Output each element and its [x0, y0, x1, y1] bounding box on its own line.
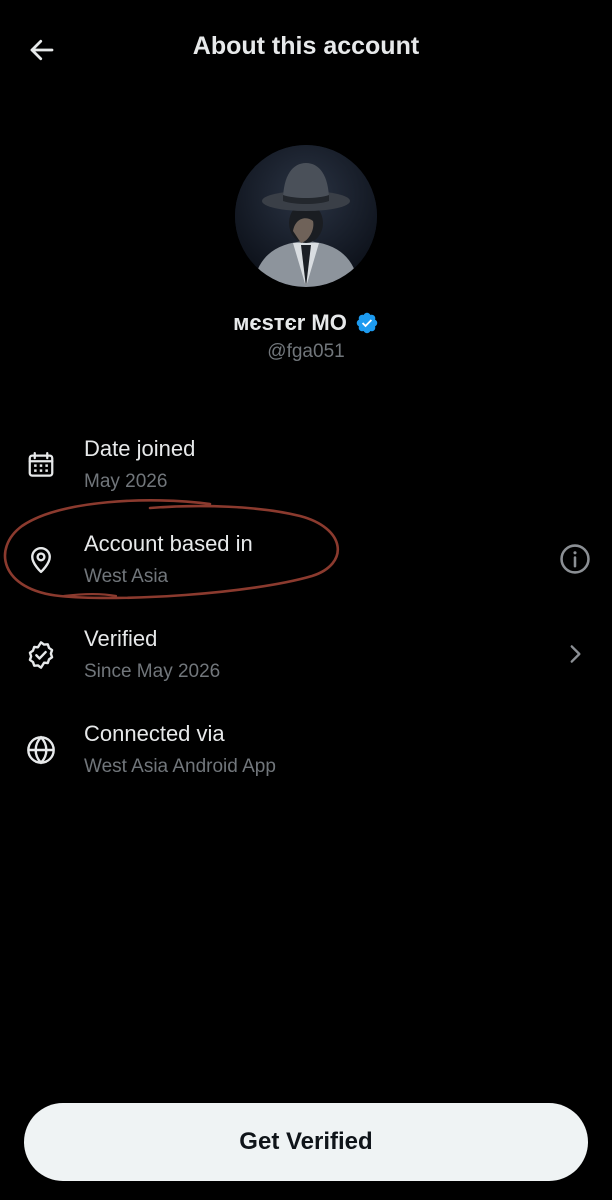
display-name: мєѕтєr MO [233, 310, 347, 335]
chevron-button[interactable] [556, 635, 594, 673]
info-title: Account based in [84, 531, 253, 556]
info-row-account-based-in: Account based in West Asia [0, 521, 612, 616]
info-row-verified[interactable]: Verified Since May 2026 [0, 616, 612, 711]
verified-badge-icon [356, 312, 378, 334]
info-row-date-joined: Date joined May 2026 [0, 426, 612, 521]
info-subtitle: West Asia Android App [84, 756, 276, 777]
info-subtitle: Since May 2026 [84, 661, 221, 682]
info-title: Verified [84, 626, 158, 651]
avatar-image [235, 145, 377, 287]
info-title: Connected via [84, 721, 225, 746]
info-subtitle: West Asia [84, 566, 169, 587]
calendar-icon [24, 448, 58, 482]
profile-name-row: мєѕтєr MO [0, 310, 612, 336]
account-info-list: Date joined May 2026 Account based in We… [0, 426, 612, 806]
location-pin-icon [24, 543, 58, 577]
info-subtitle: May 2026 [84, 471, 168, 492]
get-verified-label: Get Verified [239, 1128, 373, 1155]
top-bar: About this account [0, 0, 612, 96]
handle: @fga051 [267, 341, 345, 362]
chevron-right-icon [570, 645, 581, 663]
info-icon [560, 544, 590, 574]
page-title: About this account [192, 32, 420, 60]
verified-check-icon [24, 638, 58, 672]
info-title: Date joined [84, 436, 196, 461]
globe-icon [24, 733, 58, 767]
info-button[interactable] [556, 540, 594, 578]
info-row-connected-via: Connected via West Asia Android App [0, 711, 612, 806]
avatar[interactable] [235, 145, 377, 287]
get-verified-button[interactable]: Get Verified [24, 1103, 588, 1181]
